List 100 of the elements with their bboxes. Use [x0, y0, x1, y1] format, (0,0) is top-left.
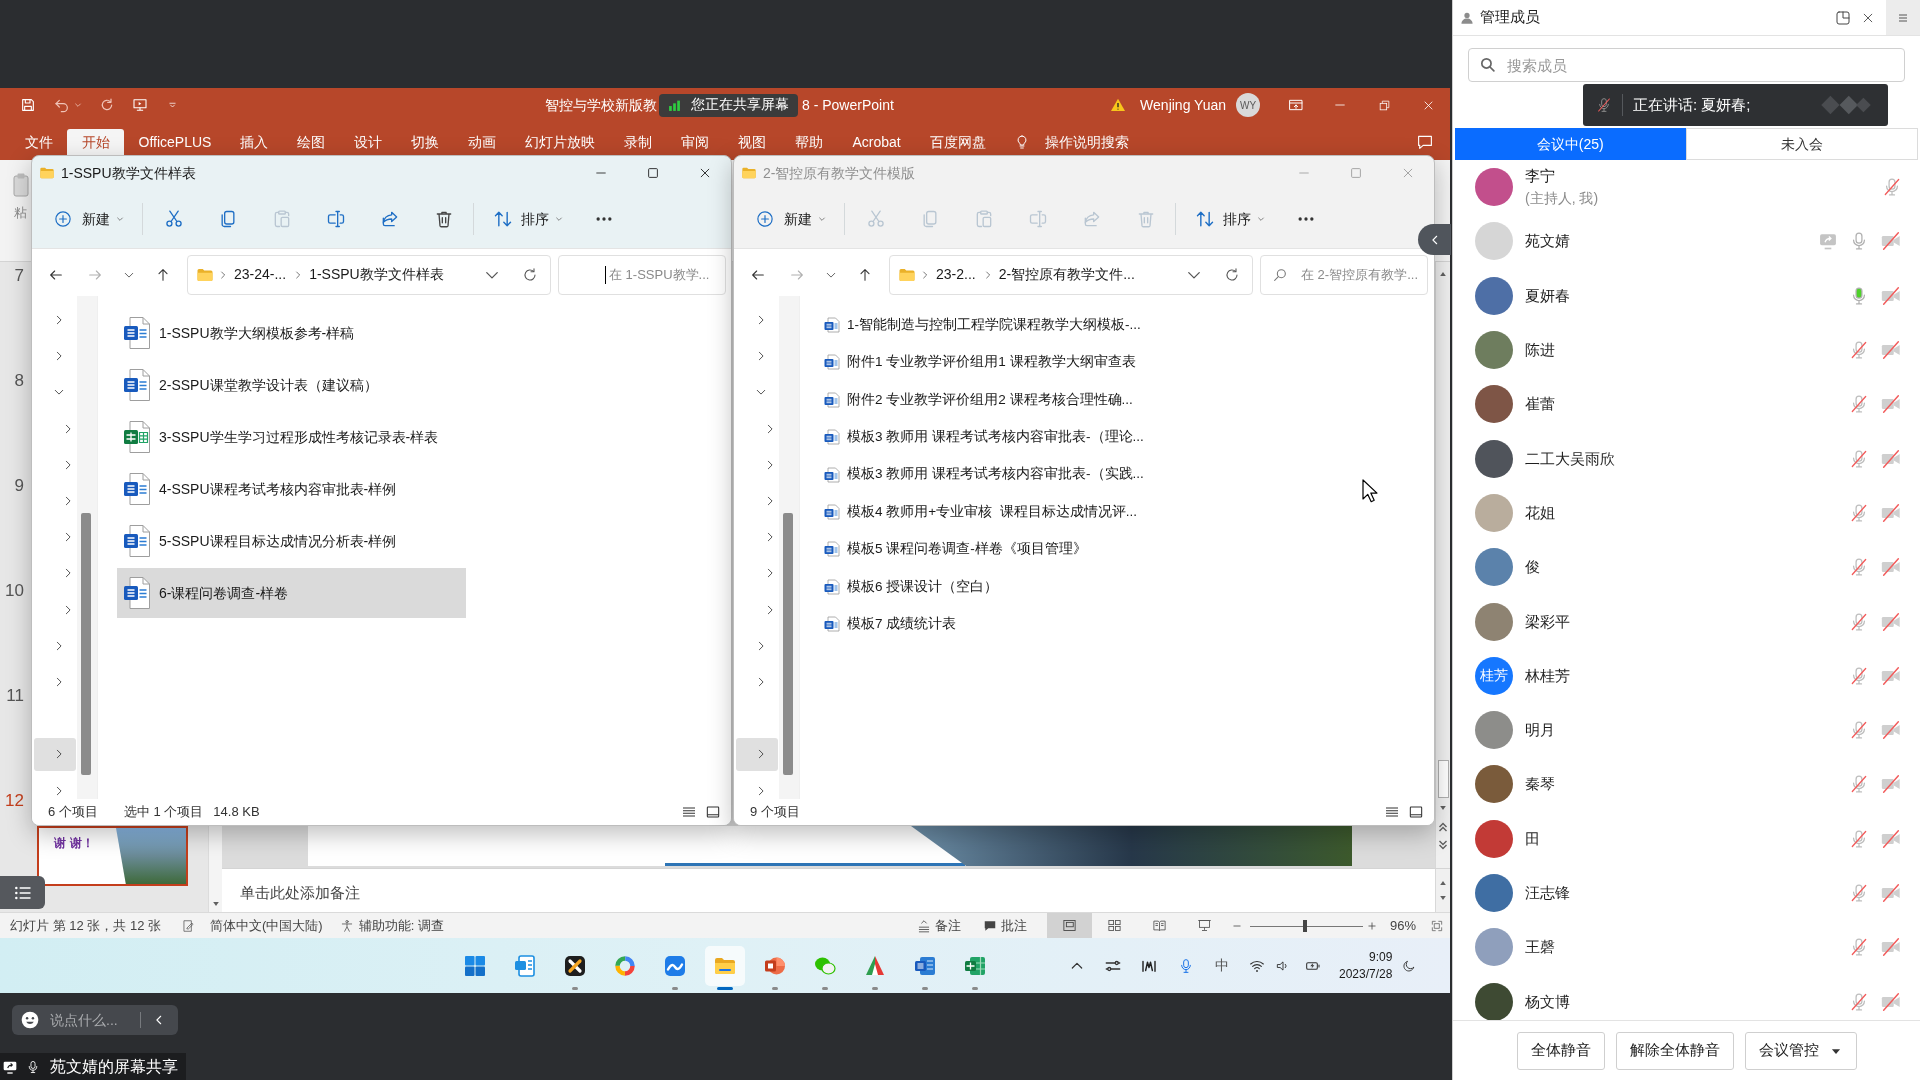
search-field[interactable]: 在 2-智控原有教学...	[1260, 254, 1428, 295]
x-tile-icon[interactable]	[563, 953, 587, 978]
chevron-right-icon[interactable]	[63, 459, 73, 470]
ribbon-tab[interactable]: 设计	[339, 129, 397, 155]
chat-input[interactable]: 说点什么...	[12, 1005, 178, 1035]
triangle-up-icon[interactable]	[1439, 879, 1447, 887]
new-button[interactable]: 新建	[756, 208, 826, 230]
file-item[interactable]: 5-SSPU课程目标达成情况分析表-样例	[117, 516, 405, 566]
comment-icon[interactable]	[1416, 133, 1434, 151]
file-item[interactable]: 2-SSPU课堂教学设计表（建议稿）	[117, 360, 386, 410]
frame-corners-icon[interactable]	[1430, 918, 1444, 933]
chevron-right-icon[interactable]	[765, 423, 775, 434]
ribbon-tab[interactable]: 录制	[609, 129, 667, 155]
close-icon[interactable]	[698, 166, 712, 180]
address-bar[interactable]: 23-2... 2-智控原有教学文件...	[889, 254, 1253, 295]
chevron-right-icon[interactable]	[756, 315, 766, 326]
file-item[interactable]: 6-课程问卷调查-样卷	[117, 568, 466, 618]
chevron-right-icon[interactable]	[63, 532, 73, 543]
double-chevron-up-icon[interactable]	[1438, 822, 1448, 832]
unmute-all-button[interactable]: 解除全体静音	[1615, 1031, 1734, 1070]
file-item[interactable]: 4-SSPU课程考试考核内容审批表-样例	[117, 464, 405, 514]
trash-icon[interactable]	[434, 209, 454, 229]
ribbon-tab[interactable]: 插入	[225, 129, 283, 155]
scrollbar-thumb[interactable]	[783, 513, 793, 775]
rectangle-icon[interactable]	[1408, 804, 1424, 820]
file-item[interactable]: 附件2 专业教学评价组用2 课程考核合理性确...	[824, 381, 1139, 419]
user-name[interactable]: Wenjing Yuan	[1140, 94, 1226, 116]
tell-me-search[interactable]: 操作说明搜索	[1014, 129, 1130, 155]
chevron-right-icon[interactable]	[756, 640, 766, 651]
chevron-right-icon[interactable]	[63, 604, 73, 615]
notes-button[interactable]: 备注	[916, 915, 961, 936]
triangle-down-icon[interactable]	[1439, 804, 1447, 812]
share-icon[interactable]	[380, 209, 400, 229]
file-item[interactable]: 模板3 教师用 课程考试考核内容审批表-（实践...	[824, 455, 1150, 494]
chevron-right-icon[interactable]	[54, 640, 64, 651]
ribbon-tab[interactable]: 审阅	[666, 129, 724, 155]
accessibility-status[interactable]: 辅助功能: 调查	[339, 915, 444, 936]
collapse-button[interactable]	[1418, 224, 1451, 255]
view-button[interactable]	[1046, 913, 1092, 938]
speaker-icon[interactable]	[1276, 958, 1290, 973]
notes-field[interactable]: 单击此处添加备注	[222, 869, 1435, 912]
input-method-indicator[interactable]: 中	[1215, 955, 1229, 976]
text-cursor-box-icon[interactable]	[326, 209, 346, 229]
clipboard-icon[interactable]	[12, 172, 30, 198]
file-item[interactable]: 1-智能制造与控制工程学院课程教学大纲模板-...	[824, 306, 1147, 344]
tab[interactable]: 未入会	[1685, 128, 1918, 160]
search-field[interactable]: 在 1-SSPU教学...	[558, 254, 726, 295]
triangle-down-icon[interactable]	[211, 900, 220, 908]
slider-thumb[interactable]	[1303, 919, 1308, 932]
undo-icon[interactable]	[54, 97, 70, 113]
notebook-icon[interactable]	[513, 953, 537, 978]
comments-button[interactable]: 批注	[982, 915, 1027, 936]
refresh-icon[interactable]	[522, 266, 538, 283]
language-indicator[interactable]: 简体中文(中国大陆)	[210, 915, 323, 936]
file-item[interactable]: 模板3 教师用 课程考试考核内容审批表-（理论...	[824, 418, 1150, 456]
user-avatar[interactable]: WY	[1236, 93, 1260, 117]
maximize-icon[interactable]	[646, 166, 660, 180]
list-button[interactable]	[0, 876, 45, 909]
chevron-right-icon[interactable]	[765, 604, 775, 615]
ribbon-tab[interactable]: OfficePLUS	[124, 129, 226, 155]
ribbon-tab[interactable]: 幻灯片放映	[510, 129, 610, 155]
triangle-down-icon[interactable]	[1439, 894, 1447, 902]
file-item[interactable]: 附件1 专业教学评价组用1 课程教学大纲审查表	[824, 343, 1142, 382]
refresh-icon[interactable]	[1224, 266, 1240, 283]
ribbon-tab[interactable]: 切换	[396, 129, 454, 155]
address-bar[interactable]: 23-24-... 1-SSPU教学文件样表	[187, 254, 551, 295]
lines-icon[interactable]	[681, 804, 697, 820]
ribbon-tab[interactable]: 百度网盘	[915, 129, 1001, 155]
open-book-icon[interactable]	[1151, 918, 1167, 933]
chevron-right-icon[interactable]	[765, 459, 775, 470]
caret-line-icon[interactable]	[168, 100, 177, 110]
four-squares-icon[interactable]	[463, 953, 487, 978]
chevron-right-icon[interactable]	[756, 351, 766, 362]
chevron-right-icon[interactable]	[765, 496, 775, 506]
breadcrumb[interactable]: 23-24-...	[234, 264, 287, 285]
ribbon-tab[interactable]: 视图	[723, 129, 781, 155]
breadcrumb[interactable]: 23-2...	[936, 264, 976, 285]
ribbon-tab[interactable]: 绘图	[282, 129, 340, 155]
save-icon[interactable]	[20, 97, 36, 113]
ribbon-tab[interactable]: 动画	[453, 129, 511, 155]
breadcrumb[interactable]: 1-SSPU教学文件样表	[309, 264, 444, 285]
chevron-right-icon[interactable]	[756, 785, 766, 796]
chevron-right-icon[interactable]	[63, 496, 73, 506]
chevron-right-icon[interactable]	[765, 568, 775, 579]
clock-time[interactable]: 9:09	[1369, 948, 1393, 966]
up-arrow-icon[interactable]	[155, 266, 171, 283]
projector-screen-icon[interactable]	[1196, 918, 1212, 933]
ribbon-tab[interactable]: Acrobat	[837, 129, 916, 155]
chevron-right-icon[interactable]	[765, 532, 775, 543]
double-chevron-down-icon[interactable]	[1438, 840, 1448, 850]
new-button[interactable]: 新建	[54, 208, 124, 230]
page-pencil-icon[interactable]	[182, 918, 196, 933]
color-ring-icon[interactable]	[613, 953, 637, 978]
chevron-right-icon[interactable]	[54, 351, 64, 362]
search-field[interactable]: 搜索成员	[1468, 48, 1905, 82]
chevron-right-icon[interactable]	[54, 785, 64, 796]
chevron-right-icon[interactable]	[756, 676, 766, 687]
ribbon-tab[interactable]: 帮助	[780, 129, 838, 155]
grid-icon[interactable]	[1106, 918, 1122, 933]
square-corner-icon[interactable]	[1835, 9, 1851, 26]
